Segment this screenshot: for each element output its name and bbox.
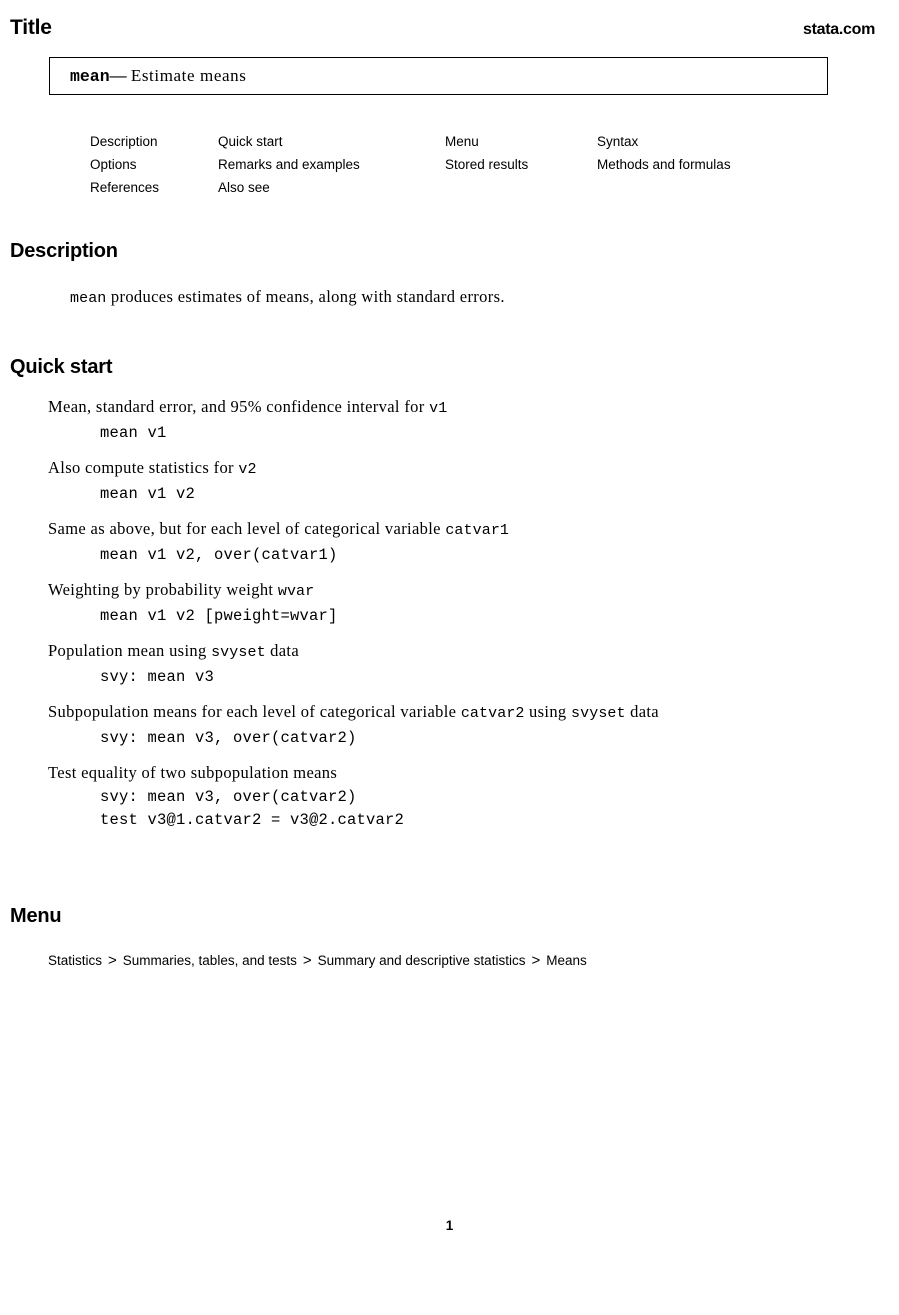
qs-desc-text: Same as above, but for each level of cat…: [48, 519, 446, 538]
command-line: test v3@1.catvar2 = v3@2.catvar2: [100, 811, 405, 829]
nav-link-also-see[interactable]: Also see: [218, 176, 445, 199]
quick-start-commands: svy: mean v3, over(catvar2) test v3@1.ca…: [100, 786, 868, 832]
quick-start-item: Weighting by probability weight wvar mea…: [48, 579, 868, 628]
command-line: svy: mean v3, over(catvar2): [100, 788, 357, 806]
heading-menu: Menu: [10, 905, 62, 927]
document-page: Title stata.com mean— Estimate means Des…: [0, 0, 899, 1315]
nav-link-methods-and-formulas[interactable]: Methods and formulas: [597, 153, 787, 176]
command-line: mean v1 v2, over(catvar1): [100, 546, 338, 564]
quick-start-item: Population mean using svyset data svy: m…: [48, 640, 868, 689]
quick-start-commands: mean v1 v2: [100, 483, 868, 506]
quick-start-item: Subpopulation means for each level of ca…: [48, 701, 868, 750]
quick-start-list: Mean, standard error, and 95% confidence…: [48, 396, 868, 844]
qs-desc-mono: catvar1: [445, 522, 510, 539]
qs-desc-mono: catvar2: [460, 705, 525, 722]
breadcrumb-separator: >: [108, 952, 117, 969]
command-line: mean v1 v2 [pweight=wvar]: [100, 607, 338, 625]
nav-row: Options Remarks and examples Stored resu…: [90, 153, 790, 176]
nav-link-quick-start[interactable]: Quick start: [218, 130, 445, 153]
qs-desc-text: Also compute statistics for: [48, 458, 239, 477]
qs-desc-mid: using: [524, 702, 572, 721]
nav-row: Description Quick start Menu Syntax: [90, 130, 790, 153]
description-text: produces estimates of means, along with …: [106, 287, 505, 306]
quick-start-description: Mean, standard error, and 95% confidence…: [48, 396, 868, 420]
quick-start-commands: mean v1: [100, 422, 868, 445]
page-number: 1: [445, 1218, 454, 1233]
nav-row: References Also see: [90, 176, 790, 199]
qs-desc-post: data: [265, 641, 300, 660]
nav-cell-empty: [597, 176, 787, 199]
command-line: svy: mean v3, over(catvar2): [100, 729, 357, 747]
command-title-inner: mean— Estimate means: [50, 66, 246, 86]
quick-start-description: Also compute statistics for v2: [48, 457, 868, 481]
quick-start-item: Mean, standard error, and 95% confidence…: [48, 396, 868, 445]
qs-desc-mono-2: svyset: [571, 705, 626, 722]
qs-desc-text: Population mean using: [48, 641, 212, 660]
breadcrumb-item-means[interactable]: Means: [546, 953, 587, 968]
breadcrumb-item-statistics[interactable]: Statistics: [48, 953, 102, 968]
menu-breadcrumb: Statistics > Summaries, tables, and tests >…: [48, 952, 587, 969]
heading-description: Description: [10, 240, 118, 262]
quick-start-commands: mean v1 v2, over(catvar1): [100, 544, 868, 567]
qs-desc-text: Test equality of two subpopulation means: [48, 763, 338, 782]
qs-desc-mono: v2: [238, 461, 257, 478]
nav-link-options[interactable]: Options: [90, 153, 218, 176]
command-title-box: mean— Estimate means: [49, 57, 828, 95]
qs-desc-post: data: [625, 702, 659, 721]
nav-link-menu[interactable]: Menu: [445, 130, 597, 153]
breadcrumb-separator: >: [302, 952, 312, 969]
qs-desc-mono: svyset: [211, 644, 266, 661]
quick-start-commands: svy: mean v3: [100, 666, 868, 689]
title-dash: —: [109, 66, 127, 85]
qs-desc-mono: wvar: [277, 583, 315, 600]
qs-desc-text: Weighting by probability weight: [48, 580, 278, 599]
qs-desc-text: Mean, standard error, and 95% confidence…: [48, 397, 430, 416]
breadcrumb-separator: >: [531, 952, 541, 969]
nav-link-description[interactable]: Description: [90, 130, 218, 153]
command-description: Estimate means: [130, 66, 247, 85]
heading-quick-start: Quick start: [10, 356, 113, 378]
quick-start-item: Test equality of two subpopulation means…: [48, 762, 868, 832]
command-line: mean v1: [100, 424, 167, 442]
description-paragraph: mean produces estimates of means, along …: [70, 287, 505, 307]
quick-start-description: Weighting by probability weight wvar: [48, 579, 868, 603]
section-nav-links: Description Quick start Menu Syntax Opti…: [90, 130, 790, 199]
quick-start-description: Population mean using svyset data: [48, 640, 868, 664]
quick-start-description: Subpopulation means for each level of ca…: [48, 701, 868, 725]
page-title: Title: [10, 16, 52, 39]
breadcrumb-item-summaries-tables-and-tests[interactable]: Summaries, tables, and tests: [123, 953, 297, 968]
quick-start-description: Same as above, but for each level of cat…: [48, 518, 868, 542]
quick-start-item: Same as above, but for each level of cat…: [48, 518, 868, 567]
quick-start-description: Test equality of two subpopulation means: [48, 762, 868, 784]
qs-desc-mono: v1: [429, 400, 448, 417]
stata-com-link[interactable]: stata.com: [803, 21, 875, 39]
nav-link-references[interactable]: References: [90, 176, 218, 199]
qs-desc-text: Subpopulation means for each level of ca…: [48, 702, 461, 721]
nav-link-stored-results[interactable]: Stored results: [445, 153, 597, 176]
quick-start-commands: mean v1 v2 [pweight=wvar]: [100, 605, 868, 628]
command-line: svy: mean v3: [100, 668, 215, 686]
page-header: Title stata.com: [10, 16, 875, 40]
description-command-token: mean: [70, 290, 107, 307]
command-name: mean: [70, 67, 110, 86]
nav-link-remarks-and-examples[interactable]: Remarks and examples: [218, 153, 445, 176]
quick-start-item: Also compute statistics for v2 mean v1 v…: [48, 457, 868, 506]
command-line: mean v1 v2: [100, 485, 196, 503]
nav-cell-empty: [445, 176, 597, 199]
breadcrumb-item-summary-and-descriptive-statistics[interactable]: Summary and descriptive statistics: [318, 953, 526, 968]
nav-link-syntax[interactable]: Syntax: [597, 130, 787, 153]
quick-start-commands: svy: mean v3, over(catvar2): [100, 727, 868, 750]
